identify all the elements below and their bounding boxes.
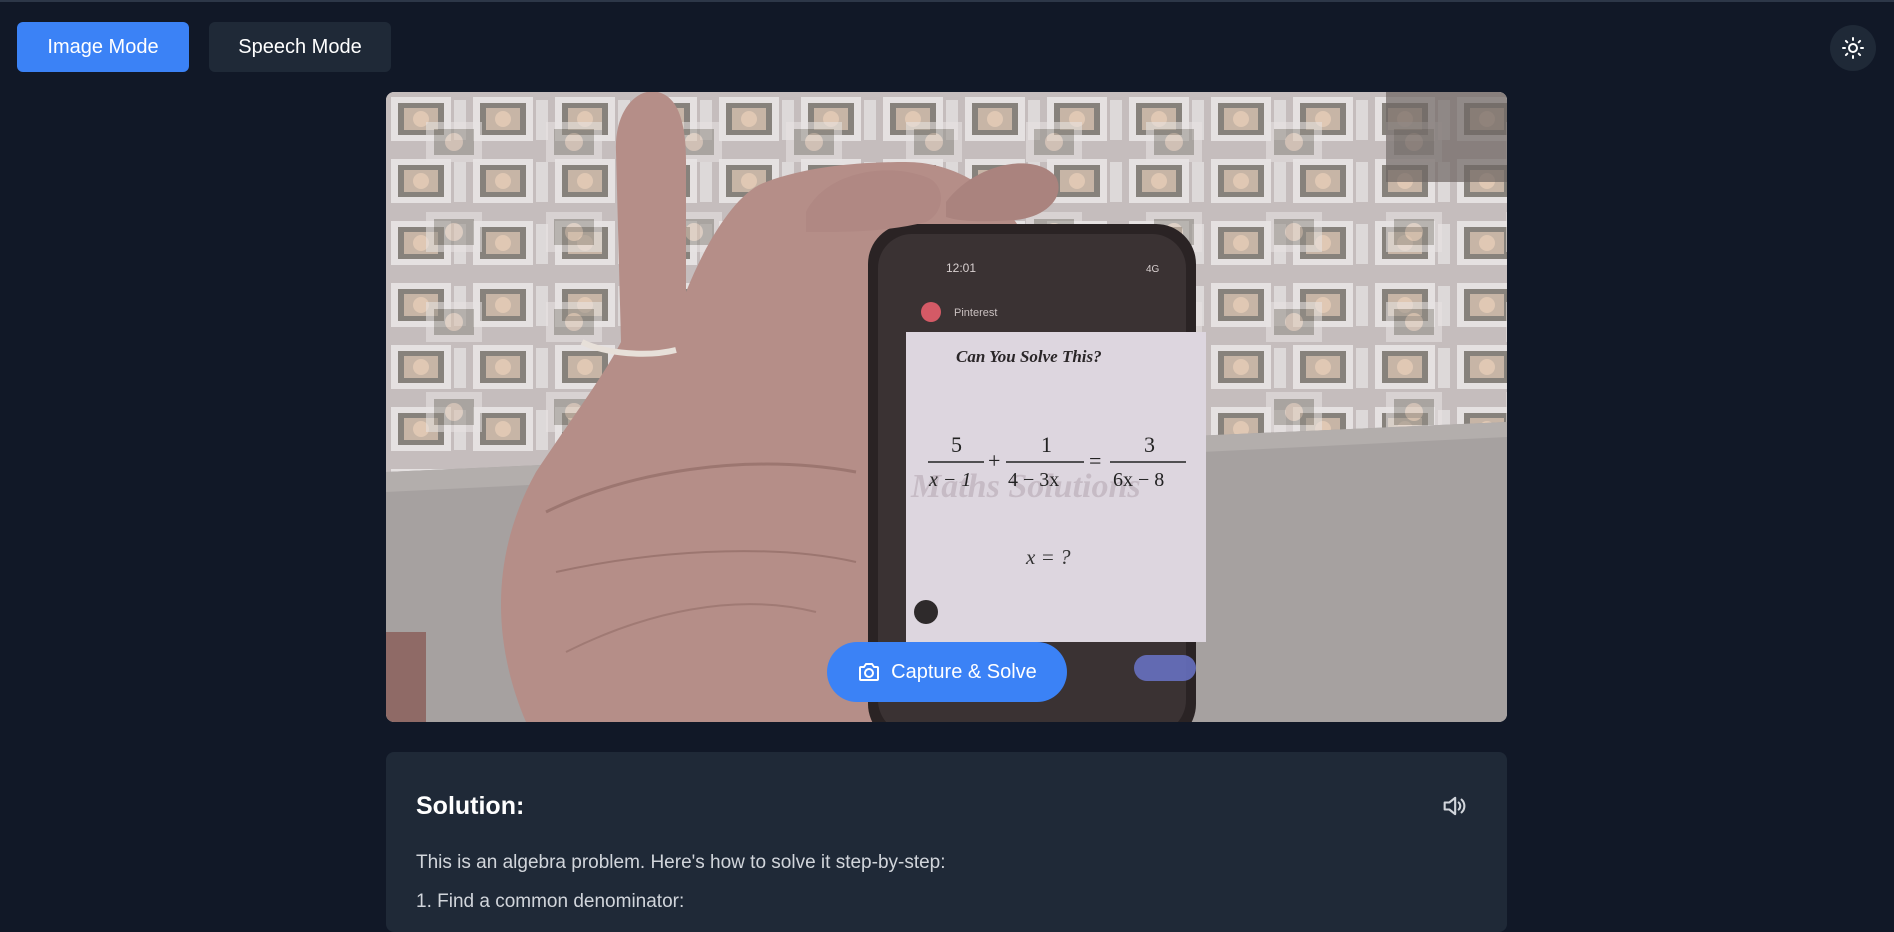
eq-equals: =: [1089, 448, 1101, 473]
phone-status-time: 12:01: [946, 261, 976, 275]
eq-t3-num: 3: [1144, 432, 1155, 457]
capture-solve-label: Capture & Solve: [891, 660, 1037, 683]
solution-heading: Solution:: [416, 792, 525, 820]
read-aloud-button[interactable]: [1440, 792, 1468, 820]
phone-app-name: Pinterest: [954, 307, 997, 319]
eq-t1-num: 5: [951, 432, 962, 457]
puzzle-title: Can You Solve This?: [956, 347, 1102, 366]
solution-panel: Solution: This is an algebra problem. He…: [386, 752, 1507, 932]
speaker-icon: [1443, 796, 1466, 816]
speech-mode-button[interactable]: Speech Mode: [209, 22, 391, 72]
top-border: [0, 0, 1894, 2]
solution-intro: This is an algebra problem. Here's how t…: [416, 852, 946, 873]
camera-icon: [859, 663, 880, 681]
sun-icon: [1842, 37, 1864, 59]
capture-solve-button[interactable]: Capture & Solve: [827, 642, 1067, 702]
solution-step-1: 1. Find a common denominator:: [416, 891, 685, 912]
theme-toggle-button[interactable]: [1830, 25, 1876, 71]
phone-status-signal: 4G: [1146, 264, 1160, 275]
eq-t1-den: x − 1: [928, 469, 971, 491]
puzzle-question: x = ?: [1025, 545, 1071, 569]
eq-plus: +: [988, 448, 1000, 473]
eq-t2-num: 1: [1041, 432, 1052, 457]
camera-feed: 12:01 4G Pinterest Can You Solve This? M…: [386, 92, 1507, 722]
eq-t2-den: 4 − 3x: [1008, 469, 1059, 491]
eq-t3-den: 6x − 8: [1113, 469, 1164, 491]
image-mode-button[interactable]: Image Mode: [17, 22, 189, 72]
